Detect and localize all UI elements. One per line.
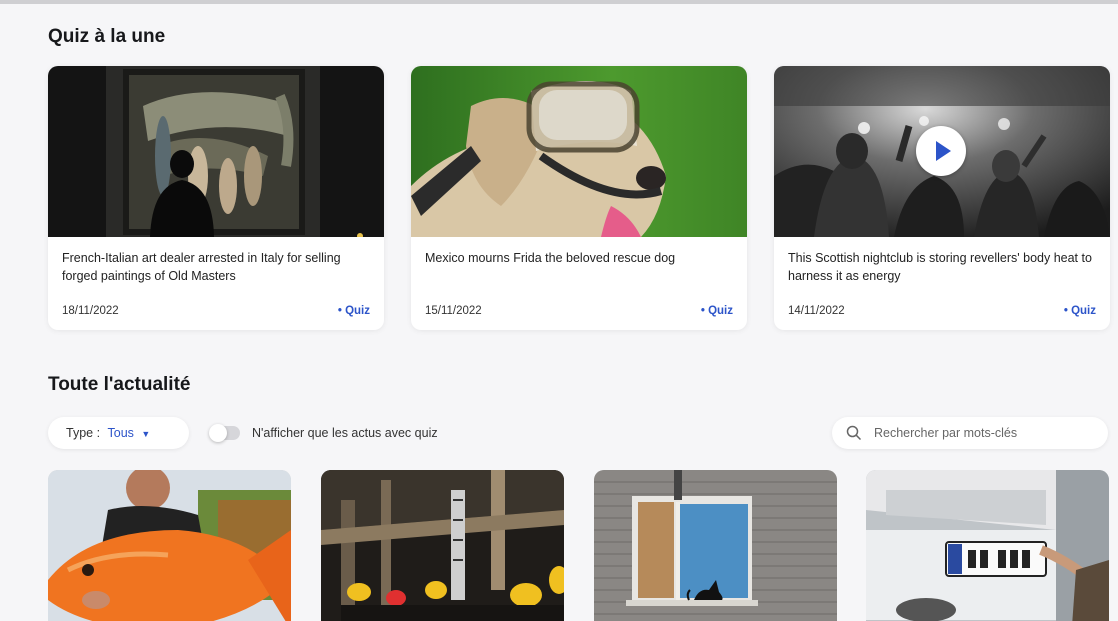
card-thumbnail xyxy=(411,66,747,237)
card-date: 14/11/2022 xyxy=(788,305,845,317)
search-icon xyxy=(846,425,862,441)
chevron-down-icon: ▼ xyxy=(141,429,151,439)
search-input[interactable] xyxy=(874,423,1094,443)
card-title[interactable]: French-Italian art dealer arrested in It… xyxy=(62,249,370,285)
quiz-card[interactable]: Mexico mourns Frida the beloved rescue d… xyxy=(411,66,747,330)
filter-value: Tous xyxy=(107,426,134,440)
news-thumbnail xyxy=(866,470,1109,621)
quiz-card[interactable]: French-Italian art dealer arrested in It… xyxy=(48,66,384,330)
news-section-title: Toute l'actualité xyxy=(48,374,191,395)
news-card[interactable] xyxy=(594,470,837,621)
quiz-badge: • Quiz xyxy=(337,305,370,317)
news-card[interactable] xyxy=(866,470,1109,621)
quiz-only-toggle-label: N'afficher que les actus avec quiz xyxy=(252,426,438,440)
news-thumbnail xyxy=(48,470,291,621)
card-title[interactable]: This Scottish nightclub is storing revel… xyxy=(788,249,1096,285)
search-box xyxy=(832,417,1108,449)
type-filter-dropdown[interactable]: Type : Tous ▼ xyxy=(48,417,189,449)
quiz-badge: • Quiz xyxy=(1063,305,1096,317)
toggle-knob xyxy=(209,424,227,442)
news-thumbnail xyxy=(321,470,564,621)
quiz-card[interactable]: This Scottish nightclub is storing revel… xyxy=(774,66,1110,330)
featured-section-title: Quiz à la une xyxy=(48,26,166,47)
news-thumbnail xyxy=(594,470,837,621)
news-card[interactable] xyxy=(321,470,564,621)
filter-label: Type : xyxy=(66,426,101,440)
page: Quiz à la une French-Italian art dealer … xyxy=(0,0,1118,621)
card-date: 18/11/2022 xyxy=(62,305,119,317)
card-title[interactable]: Mexico mourns Frida the beloved rescue d… xyxy=(425,249,733,267)
quiz-badge: • Quiz xyxy=(700,305,733,317)
play-icon[interactable] xyxy=(916,126,966,176)
quiz-only-toggle[interactable] xyxy=(209,424,240,442)
news-card[interactable] xyxy=(48,470,291,621)
card-date: 15/11/2022 xyxy=(425,305,482,317)
card-thumbnail xyxy=(48,66,384,237)
